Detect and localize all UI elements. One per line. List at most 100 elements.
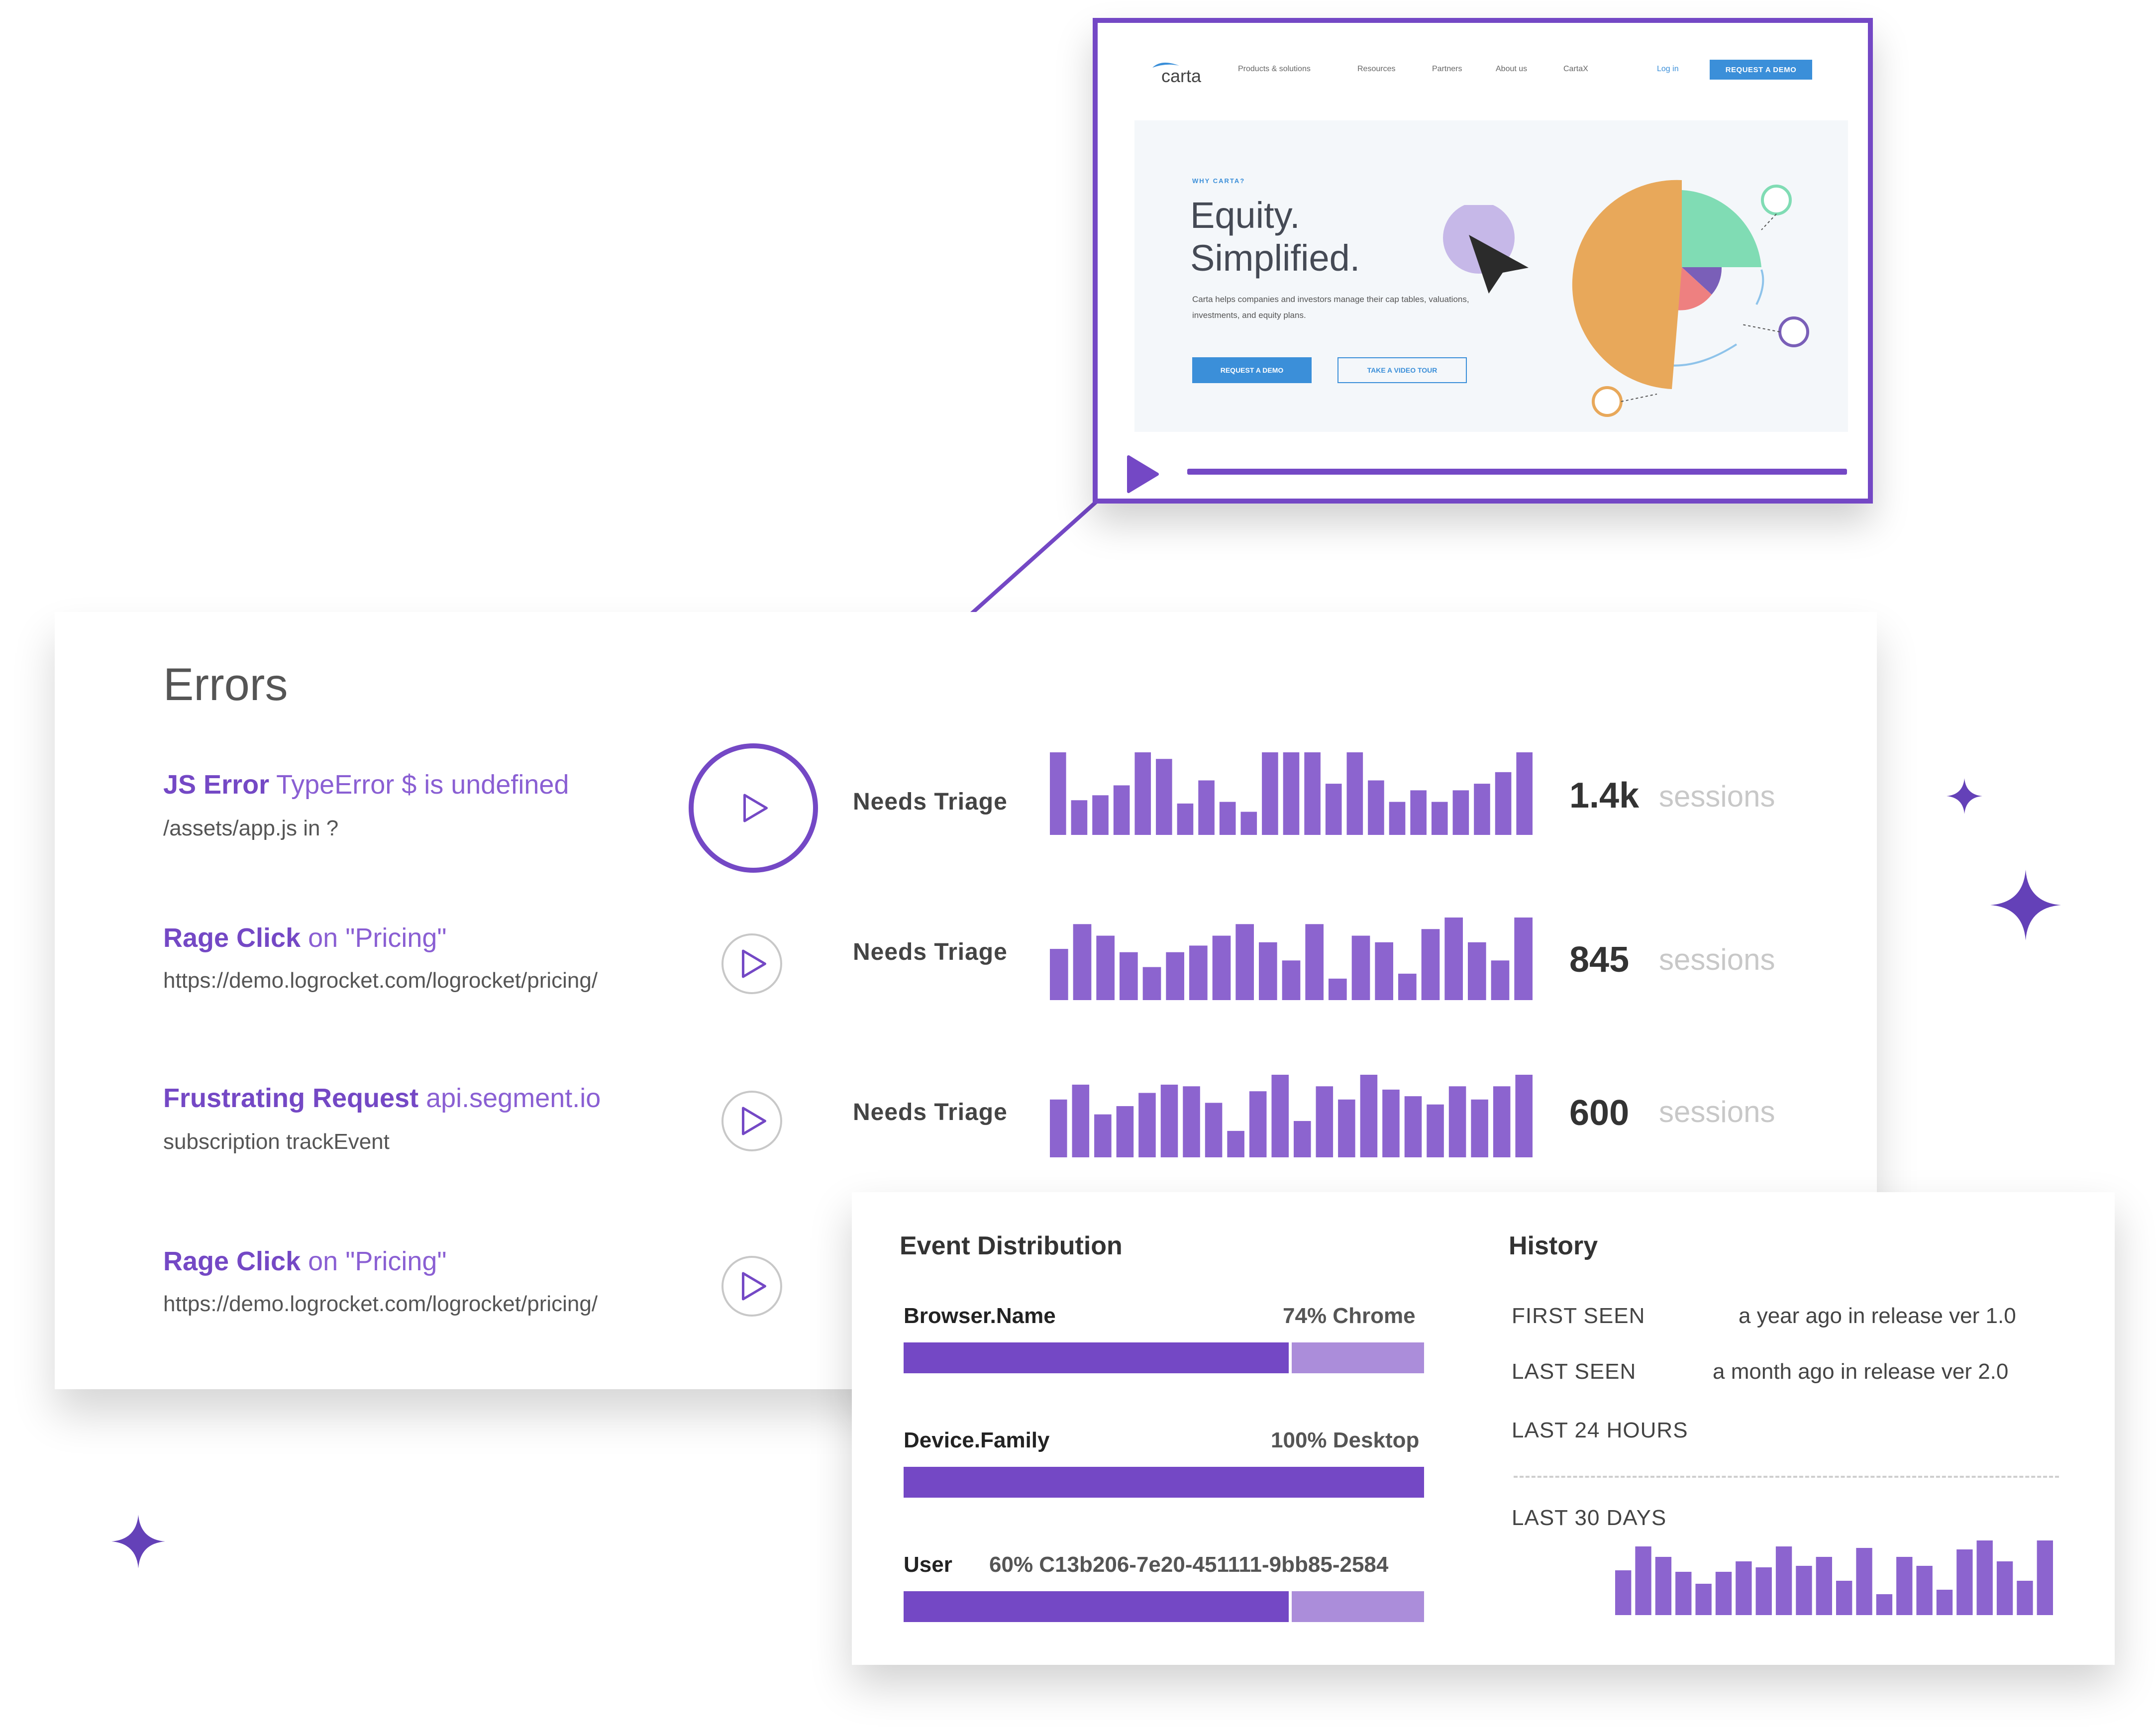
sparkline-bar bbox=[1346, 752, 1363, 835]
nav-request-demo-button[interactable]: REQUEST A DEMO bbox=[1710, 60, 1812, 80]
sessions-sparkline bbox=[1050, 918, 1533, 1000]
nav-resources[interactable]: Resources bbox=[1357, 65, 1395, 74]
sparkline-bar bbox=[1514, 918, 1533, 1000]
session-replay-preview[interactable]: carta Products & solutions Resources Par… bbox=[1093, 18, 1873, 504]
sparkline-bar bbox=[1189, 945, 1208, 1000]
sparkline-bar bbox=[1116, 1106, 1134, 1157]
sparkline-bar bbox=[1113, 785, 1130, 835]
preview-navbar: carta Products & solutions Resources Par… bbox=[1098, 23, 1868, 98]
sparkline-bar bbox=[1212, 935, 1231, 1000]
sparkline-bar bbox=[1474, 784, 1490, 835]
distribution-bar bbox=[904, 1591, 1424, 1622]
sparkline-bar bbox=[1177, 803, 1194, 835]
history-divider bbox=[1514, 1476, 2059, 1478]
history-title: History bbox=[1509, 1231, 1598, 1260]
sparkline-bar bbox=[1896, 1557, 1913, 1615]
error-row-subtitle: https://demo.logrocket.com/logrocket/pri… bbox=[163, 968, 598, 993]
distribution-label: User bbox=[904, 1552, 952, 1577]
sparkline-bar bbox=[2017, 1581, 2033, 1615]
hero-request-demo-button[interactable]: REQUEST A DEMO bbox=[1192, 357, 1312, 383]
sparkline-bar bbox=[1976, 1540, 1993, 1615]
nav-products[interactable]: Products & solutions bbox=[1238, 65, 1311, 74]
sparkline-bar bbox=[1856, 1548, 1872, 1615]
play-session-button[interactable] bbox=[721, 1256, 782, 1317]
sparkline-bar bbox=[1325, 784, 1342, 835]
sparkline-bar bbox=[1448, 1086, 1466, 1157]
sparkline-bar bbox=[1452, 790, 1469, 835]
status-label: Needs Triage bbox=[853, 939, 1008, 965]
sparkline-bar bbox=[1471, 1099, 1488, 1157]
error-row-title[interactable]: Frustrating Request api.segment.io bbox=[163, 1083, 601, 1114]
sparkline-bar bbox=[1635, 1546, 1651, 1615]
sparkline-bar bbox=[1050, 752, 1066, 835]
sparkline-bar bbox=[1382, 1089, 1400, 1157]
sparkline-bar bbox=[2037, 1540, 2053, 1615]
status-label: Needs Triage bbox=[853, 789, 1008, 815]
last-24-hours-label[interactable]: LAST 24 HOURS bbox=[1512, 1418, 1688, 1443]
sparkline-bar bbox=[1775, 1546, 1792, 1615]
error-row-title[interactable]: JS Error TypeError $ is undefined bbox=[163, 769, 569, 800]
sparkline-bar bbox=[1096, 935, 1115, 1000]
play-session-button[interactable] bbox=[721, 1091, 782, 1151]
play-icon bbox=[741, 1272, 766, 1301]
sparkline-bar bbox=[1398, 973, 1417, 1000]
sparkline-bar bbox=[1389, 802, 1406, 835]
sparkline-bar bbox=[1227, 1130, 1244, 1157]
sparkline-bar bbox=[1198, 780, 1215, 835]
sparkline-bar bbox=[1294, 1121, 1311, 1157]
sparkline-bar bbox=[1655, 1557, 1672, 1615]
sparkline-bar bbox=[1468, 942, 1486, 1000]
sparkline-bar bbox=[1491, 960, 1510, 1000]
hero-eyebrow: WHY CARTA? bbox=[1192, 177, 1245, 185]
nav-cartax[interactable]: CartaX bbox=[1563, 65, 1588, 74]
sparkline-bar bbox=[1816, 1557, 1832, 1615]
play-icon bbox=[741, 1107, 766, 1135]
sparkline-bar bbox=[1259, 942, 1277, 1000]
sparkline-bar bbox=[1516, 752, 1533, 835]
sparkline-bar bbox=[1160, 1084, 1178, 1157]
sparkline-bar bbox=[1375, 942, 1393, 1000]
error-row-title[interactable]: Rage Click on "Pricing" bbox=[163, 922, 447, 953]
play-session-button[interactable] bbox=[689, 743, 818, 873]
distribution-label: Device.Family bbox=[904, 1428, 1050, 1452]
replay-play-icon[interactable] bbox=[1127, 455, 1159, 494]
carta-logo-text: carta bbox=[1161, 66, 1202, 86]
play-session-button[interactable] bbox=[721, 933, 782, 994]
nav-about[interactable]: About us bbox=[1496, 65, 1527, 74]
distribution-bar bbox=[904, 1342, 1424, 1373]
error-row-title[interactable]: Rage Click on "Pricing" bbox=[163, 1246, 447, 1277]
distribution-value: 60% C13b206-7e20-451111-9bb85-2584 bbox=[989, 1552, 1389, 1577]
event-distribution-title: Event Distribution bbox=[900, 1231, 1123, 1260]
status-label: Needs Triage bbox=[853, 1099, 1008, 1125]
replay-progress-bar[interactable] bbox=[1187, 469, 1847, 475]
sparkline-bar bbox=[1755, 1567, 1772, 1615]
login-link[interactable]: Log in bbox=[1657, 65, 1679, 74]
sparkline-bar bbox=[1996, 1561, 2013, 1615]
sparkle-icon bbox=[111, 1515, 165, 1568]
sparkline-bar bbox=[1205, 1103, 1223, 1157]
sparkline-bar bbox=[1956, 1549, 1973, 1615]
sparkline-bar bbox=[1156, 759, 1172, 835]
sparkline-bar bbox=[1271, 1075, 1289, 1157]
sessions-sparkline bbox=[1050, 1075, 1533, 1157]
sparkline-bar bbox=[1072, 1084, 1090, 1157]
error-detail-card: Event Distribution Browser.Name 74% Chro… bbox=[852, 1192, 2115, 1665]
error-row-subtitle: https://demo.logrocket.com/logrocket/pri… bbox=[163, 1292, 598, 1316]
sparkline-bar bbox=[1183, 1086, 1200, 1157]
nav-partners[interactable]: Partners bbox=[1432, 65, 1462, 74]
sparkline-bar bbox=[1404, 1096, 1422, 1157]
sparkline-bar bbox=[1050, 1099, 1067, 1157]
sparkline-bar bbox=[1615, 1570, 1632, 1615]
sparkline-bar bbox=[1410, 790, 1427, 835]
last-30-days-label[interactable]: LAST 30 DAYS bbox=[1512, 1506, 1666, 1531]
distribution-value: 100% Desktop bbox=[1271, 1428, 1420, 1452]
video-tour-button[interactable]: TAKE A VIDEO TOUR bbox=[1337, 357, 1467, 383]
sessions-label: sessions bbox=[1659, 943, 1775, 976]
sessions-label: sessions bbox=[1659, 1095, 1775, 1128]
sparkline-bar bbox=[1219, 802, 1236, 835]
hero-section: WHY CARTA? Equity. Simplified. Carta hel… bbox=[1134, 120, 1848, 432]
sparkline-bar bbox=[1071, 800, 1088, 835]
distribution-bar bbox=[904, 1467, 1424, 1498]
sparkle-icon bbox=[1947, 778, 1982, 814]
sparkline-bar bbox=[1427, 1104, 1444, 1157]
